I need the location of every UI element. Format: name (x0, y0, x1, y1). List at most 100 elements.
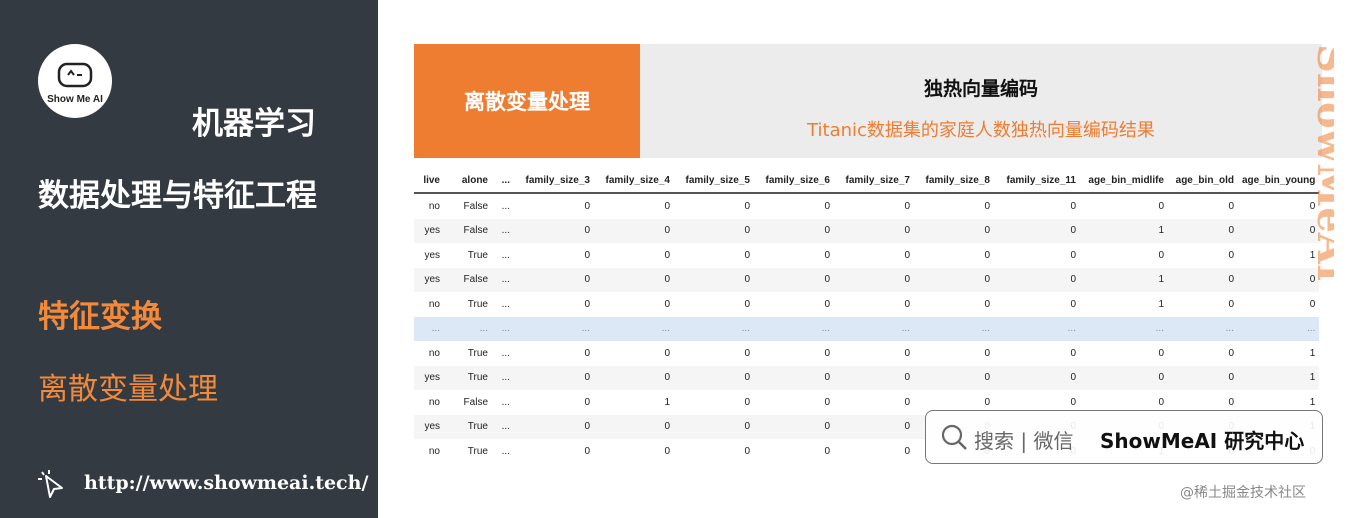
column-header: age_bin_old (1168, 168, 1238, 194)
logo-text: Show Me AI (47, 94, 103, 105)
table-cell: 0 (1309, 298, 1316, 310)
table-cell: False (444, 267, 492, 292)
table-cell: 1 (1238, 365, 1320, 390)
table-cell: 0 (584, 445, 590, 457)
table-cell: 0 (984, 200, 990, 212)
table-cell: 0 (594, 414, 674, 439)
table-cell: 1 (1309, 347, 1316, 359)
table-cell: 0 (744, 396, 750, 408)
table-cell: 0 (984, 298, 990, 310)
table-cell: 0 (1168, 218, 1238, 243)
table-cell: 0 (1228, 347, 1234, 359)
table-cell: 0 (744, 445, 750, 457)
showmeai-watermark: ShowMeAI (1308, 44, 1334, 280)
table-cell: yes (414, 267, 444, 292)
table-cell: ... (514, 316, 594, 341)
table-cell: 0 (594, 365, 674, 390)
table-cell: yes (424, 249, 440, 261)
table-cell: no (428, 396, 440, 408)
table-cell: 0 (674, 267, 754, 292)
table-cell: 0 (1168, 365, 1238, 390)
table-cell: 0 (904, 298, 910, 310)
table-cell: 0 (514, 414, 594, 439)
table-cell: 1 (664, 396, 670, 408)
table-cell: 1 (1080, 218, 1168, 243)
table-cell: 0 (1228, 298, 1234, 310)
table-cell: 0 (904, 396, 910, 408)
table-cell: 0 (904, 445, 910, 457)
table-cell: 0 (584, 396, 590, 408)
table-cell: 0 (754, 267, 834, 292)
column-header: family_size_8 (914, 168, 994, 194)
table-cell: 1 (1080, 267, 1168, 292)
table-cell: 0 (674, 218, 754, 243)
table-cell: 0 (984, 249, 990, 261)
table-cell: 0 (754, 218, 834, 243)
table-cell: ... (1080, 316, 1168, 341)
table-cell: 0 (834, 218, 914, 243)
table-cell: 0 (1070, 249, 1076, 261)
course-title: 机器学习 (192, 106, 316, 142)
column-header: family_size_7 (834, 168, 914, 194)
table-cell: True (467, 249, 488, 261)
table-cell: ... (501, 396, 510, 408)
slide-subtitle: Titanic数据集的家庭人数独热向量编码结果 (807, 120, 1155, 141)
table-cell: 0 (664, 347, 670, 359)
table-cell: 0 (584, 347, 590, 359)
website-link[interactable]: http://www.showmeai.tech/ (84, 472, 368, 494)
table-row: yes False... 0 0 0 0 0 0 0 1 0 0 (414, 218, 1320, 243)
table-cell: 0 (834, 414, 914, 439)
column-header: family_size_11 (994, 168, 1080, 194)
sidebar: Show Me AI 机器学习 数据处理与特征工程 特征变换 离散变量处理 ht… (0, 0, 378, 518)
table-cell: 0 (744, 249, 750, 261)
cursor-click-icon (38, 470, 63, 498)
table-cell: ... (994, 316, 1080, 341)
table-cell: 0 (904, 200, 910, 212)
table-cell: 0 (984, 347, 990, 359)
table-row: no True... 0 0 0 0 0 0 0 1 0 0 (414, 292, 1319, 317)
table-cell: False (444, 218, 492, 243)
table-cell: 0 (1070, 298, 1076, 310)
table-cell: ... (492, 218, 514, 243)
table-cell: 0 (834, 267, 914, 292)
table-cell: False (463, 200, 488, 212)
table-cell: 0 (1070, 347, 1076, 359)
table-cell: ... (1238, 316, 1320, 341)
topic-label: 离散变量处理 (464, 90, 590, 114)
table-cell: yes (414, 414, 444, 439)
table-cell: ... (501, 249, 510, 261)
column-header: family_size_4 (594, 168, 674, 194)
table-cell: 0 (1228, 249, 1234, 261)
topic-banner: 离散变量处理 (414, 44, 640, 158)
table-cell: 0 (664, 298, 670, 310)
table-cell: 0 (754, 365, 834, 390)
table-cell: ... (444, 316, 492, 341)
credit-text: @稀土掘金技术社区 (1180, 485, 1306, 501)
table-cell: 0 (514, 218, 594, 243)
table-cell: 0 (584, 200, 590, 212)
table-cell: 0 (1080, 365, 1168, 390)
slide-title: 独热向量编码 (923, 78, 1038, 100)
column-header: alone (444, 168, 492, 194)
table-cell: 0 (754, 414, 834, 439)
table-cell: 0 (824, 298, 830, 310)
table-cell: ... (492, 414, 514, 439)
table-cell: 0 (914, 365, 994, 390)
column-header: age_bin_midlife (1080, 168, 1168, 194)
table-cell: 0 (824, 347, 830, 359)
table-cell: 0 (514, 267, 594, 292)
table-cell: 0 (744, 200, 750, 212)
table-cell: 0 (914, 267, 994, 292)
table-cell: 0 (824, 396, 830, 408)
search-label: 搜索 | 微信 (974, 429, 1074, 453)
table-cell: 0 (824, 249, 830, 261)
table-cell: 0 (674, 365, 754, 390)
wechat-search-box[interactable]: 搜索 | 微信 ShowMeAI 研究中心 (925, 410, 1323, 464)
robot-face-icon (57, 62, 93, 88)
table-row: no False... 0 0 0 0 0 0 0 0 0 0 (414, 193, 1319, 219)
column-header: family_size_6 (754, 168, 834, 194)
table-cell: True (444, 365, 492, 390)
table-cell: 0 (1070, 200, 1076, 212)
table-row: yesTrue...0000000001 (414, 243, 1319, 268)
column-header: family_size_3 (514, 168, 594, 194)
